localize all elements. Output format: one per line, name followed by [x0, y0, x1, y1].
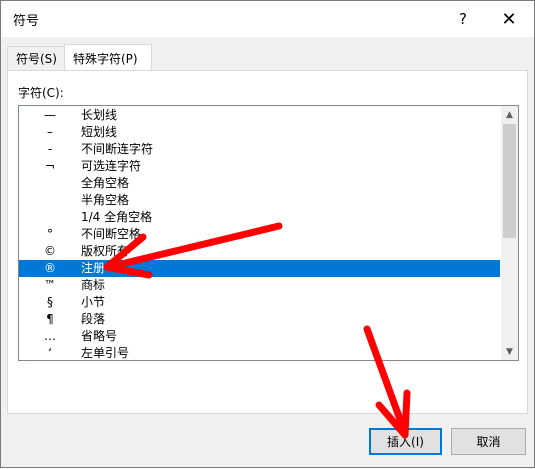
list-item-name: 不间断连字符 — [81, 142, 154, 156]
list-item-name: 段落 — [81, 312, 106, 326]
list-item-symbol: § — [47, 295, 53, 309]
list-item[interactable]: … 省略号 — [19, 328, 500, 345]
list-item-name: 可选连字符 — [81, 159, 142, 173]
characters-label: 字符(C): — [18, 86, 64, 100]
list-item-symbol: ‘ — [48, 346, 52, 360]
cancel-button[interactable]: 取消 — [451, 428, 526, 455]
dialog-title: 符号 — [13, 14, 40, 29]
symbol-dialog: 符号 ? ✕ 符号(S) 特殊字符(P) 字符(C): — 长划线 – 短划线 - 不间断… — [0, 0, 535, 468]
close-icon: ✕ — [501, 8, 517, 30]
list-item-name: 左单引号 — [81, 346, 130, 360]
list-item-symbol: ® — [44, 261, 56, 275]
list-item-name: 版权所有 — [81, 244, 130, 258]
list-item-name: 小节 — [81, 295, 106, 309]
list-item[interactable]: ° 不间断空格 — [19, 226, 500, 243]
help-icon: ? — [459, 10, 467, 28]
characters-list[interactable]: — 长划线 – 短划线 - 不间断连字符 ¬ 可选连字符全角空格半角空格 1/4 全角空格 ° 不间… — [18, 105, 519, 361]
tab-special-characters[interactable]: 特殊字符(P) — [64, 44, 152, 71]
list-item[interactable]: — 长划线 — [19, 107, 500, 124]
title-bar: 符号 ? ✕ — [1, 1, 534, 37]
list-item-symbol: – — [47, 125, 53, 139]
list-item-symbol: ° — [47, 227, 53, 241]
list-item-symbol: ™ — [44, 278, 56, 292]
close-button[interactable]: ✕ — [487, 1, 531, 37]
list-item[interactable]: ™ 商标 — [19, 277, 500, 294]
insert-button[interactable]: 插入(I) — [369, 428, 442, 455]
list-item-name: 不间断空格 — [81, 227, 142, 241]
list-item-name: 长划线 — [81, 108, 118, 122]
list-item-name: 1/4 全角空格 — [81, 210, 153, 224]
scrollbar-thumb[interactable] — [503, 124, 516, 238]
list-item[interactable]: - 不间断连字符 — [19, 141, 500, 158]
list-item-name: 全角空格 — [81, 176, 130, 190]
vertical-scrollbar[interactable]: ▲ ▼ — [501, 106, 518, 360]
list-item[interactable]: ¬ 可选连字符 — [19, 158, 500, 175]
scroll-down-icon[interactable]: ▼ — [501, 343, 518, 360]
list-item[interactable]: © 版权所有 — [19, 243, 500, 260]
list-item[interactable]: ‘ 左单引号 — [19, 345, 500, 360]
list-item-name: 省略号 — [81, 329, 118, 343]
list-item-symbol: … — [44, 329, 56, 343]
list-item-name: 短划线 — [81, 125, 118, 139]
list-item[interactable]: – 短划线 — [19, 124, 500, 141]
list-item-symbol: ¶ — [46, 312, 54, 326]
list-item[interactable]: 1/4 全角空格 — [19, 209, 500, 226]
list-item-symbol: - — [47, 142, 53, 156]
list-item-name: 商标 — [81, 278, 106, 292]
list-item-symbol: © — [44, 244, 56, 258]
list-item[interactable]: § 小节 — [19, 294, 500, 311]
tab-symbols[interactable]: 符号(S) — [7, 46, 69, 69]
special-characters-panel: 字符(C): — 长划线 – 短划线 - 不间断连字符 ¬ 可选连字符全角空格半角空格 1/4 … — [7, 70, 528, 414]
list-rows: — 长划线 – 短划线 - 不间断连字符 ¬ 可选连字符全角空格半角空格 1/4 全角空格 ° 不间… — [19, 107, 500, 360]
list-item[interactable]: 半角空格 — [19, 192, 500, 209]
list-item-name: 注册 — [81, 261, 106, 275]
list-item[interactable]: 全角空格 — [19, 175, 500, 192]
scroll-up-icon[interactable]: ▲ — [501, 106, 518, 123]
list-item[interactable]: ® 注册 — [19, 260, 500, 277]
list-item-symbol: — — [44, 108, 56, 122]
help-button[interactable]: ? — [441, 1, 485, 37]
list-item[interactable]: ¶ 段落 — [19, 311, 500, 328]
list-item-name: 半角空格 — [81, 193, 130, 207]
list-item-symbol: ¬ — [44, 159, 56, 173]
